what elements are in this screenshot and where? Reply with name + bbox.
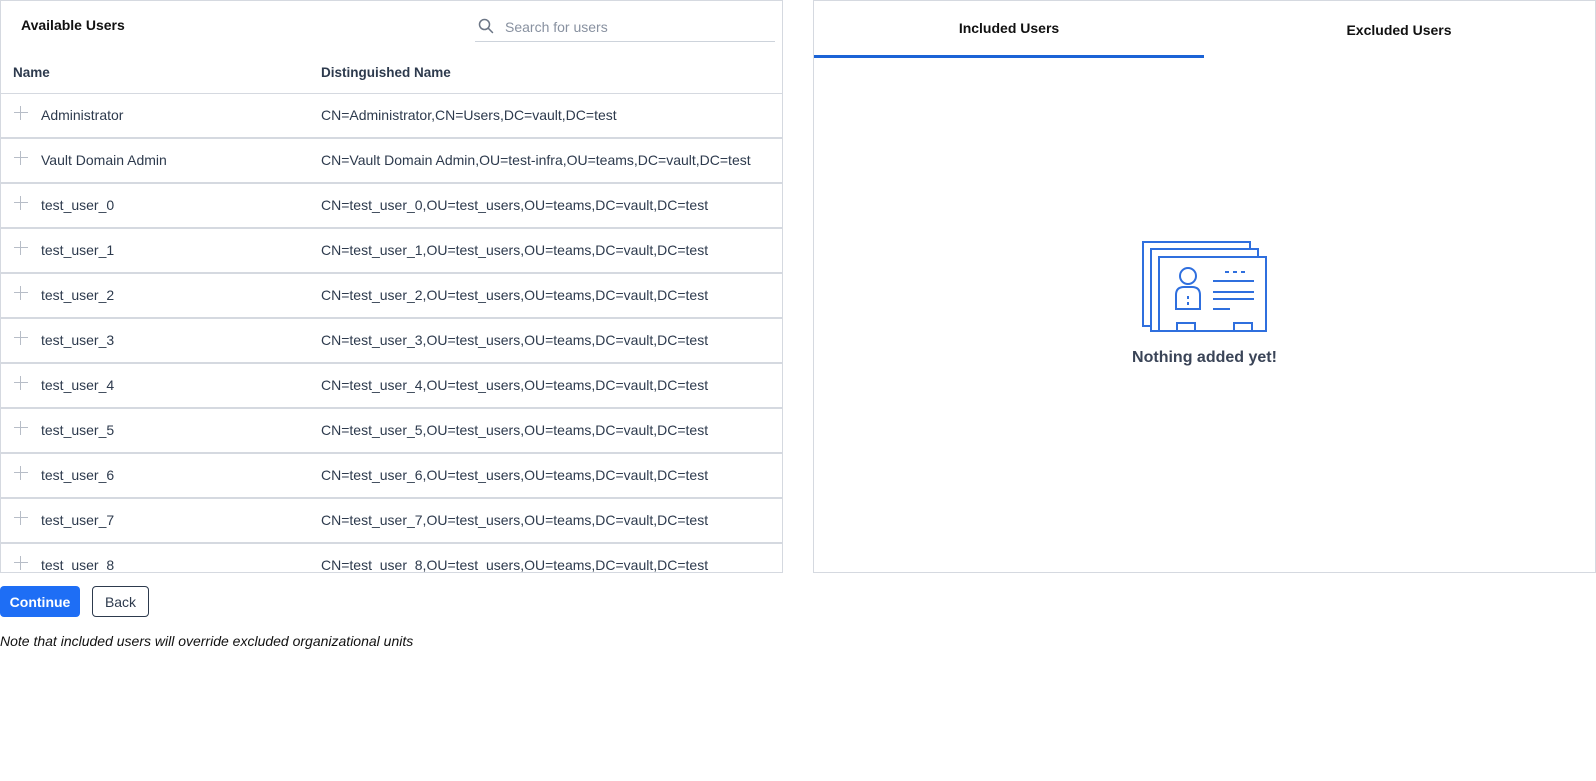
user-name: test_user_7: [41, 512, 115, 528]
table-row[interactable]: test_user_6 CN=test_user_6,OU=test_users,…: [1, 454, 782, 499]
add-icon[interactable]: [14, 286, 28, 300]
add-icon[interactable]: [14, 376, 28, 390]
table-row[interactable]: test_user_2 CN=test_user_2,OU=test_users,…: [1, 274, 782, 319]
add-icon[interactable]: [14, 196, 28, 210]
user-distinguished-name: CN=test_user_3,OU=test_users,OU=teams,DC…: [321, 332, 709, 348]
available-users-title: Available Users: [21, 17, 125, 33]
user-distinguished-name: CN=test_user_2,OU=test_users,OU=teams,DC…: [321, 287, 709, 303]
column-header-name: Name: [13, 65, 50, 80]
user-distinguished-name: CN=Administrator,CN=Users,DC=vault,DC=te…: [321, 107, 617, 123]
tab-included-users[interactable]: Included Users: [814, 1, 1204, 58]
search-icon: [478, 18, 494, 34]
user-name: test_user_2: [41, 287, 115, 303]
search-input[interactable]: [503, 15, 772, 39]
user-cards-icon: [1142, 241, 1267, 332]
available-users-list: Administrator CN=Administrator,CN=Users,D…: [1, 94, 782, 573]
user-name: test_user_1: [41, 242, 115, 258]
table-row[interactable]: test_user_4 CN=test_user_4,OU=test_users,…: [1, 364, 782, 409]
add-icon[interactable]: [14, 511, 28, 525]
table-row[interactable]: test_user_5 CN=test_user_5,OU=test_users,…: [1, 409, 782, 454]
back-button[interactable]: Back: [92, 586, 149, 617]
user-name: test_user_5: [41, 422, 115, 438]
user-distinguished-name: CN=test_user_7,OU=test_users,OU=teams,DC…: [321, 512, 709, 528]
user-distinguished-name: CN=test_user_4,OU=test_users,OU=teams,DC…: [321, 377, 709, 393]
search-box[interactable]: [475, 11, 775, 42]
add-icon[interactable]: [14, 421, 28, 435]
available-users-panel: Available Users Name Distinguished Name …: [0, 0, 783, 573]
selection-tabs: Included Users Excluded Users: [814, 1, 1595, 58]
user-name: Administrator: [41, 107, 124, 123]
tab-excluded-users[interactable]: Excluded Users: [1204, 1, 1594, 58]
table-row[interactable]: test_user_1 CN=test_user_1,OU=test_users,…: [1, 229, 782, 274]
table-row[interactable]: Administrator CN=Administrator,CN=Users,D…: [1, 94, 782, 139]
add-icon[interactable]: [14, 466, 28, 480]
user-name: test_user_3: [41, 332, 115, 348]
user-distinguished-name: CN=test_user_0,OU=test_users,OU=teams,DC…: [321, 197, 709, 213]
continue-button[interactable]: Continue: [0, 586, 80, 617]
table-header: Name Distinguished Name: [1, 51, 782, 94]
user-distinguished-name: CN=Vault Domain Admin,OU=test-infra,OU=t…: [321, 152, 751, 168]
user-distinguished-name: CN=test_user_6,OU=test_users,OU=teams,DC…: [321, 467, 709, 483]
tab-included-users-label: Included Users: [958, 20, 1060, 36]
add-icon[interactable]: [14, 106, 28, 120]
user-name: test_user_6: [41, 467, 115, 483]
user-distinguished-name: CN=test_user_1,OU=test_users,OU=teams,DC…: [321, 242, 709, 258]
user-name: test_user_4: [41, 377, 115, 393]
empty-state-message: Nothing added yet!: [1132, 349, 1277, 366]
add-icon[interactable]: [14, 241, 28, 255]
table-row[interactable]: test_user_0 CN=test_user_0,OU=test_users,…: [1, 184, 782, 229]
tab-excluded-users-label: Excluded Users: [1346, 22, 1452, 38]
selected-users-panel: Included Users Excluded Users Nothing ad…: [813, 0, 1596, 573]
available-users-header: Available Users: [1, 1, 782, 51]
add-icon[interactable]: [14, 331, 28, 345]
table-row[interactable]: test_user_8 CN=test_user_8,OU=test_users,…: [1, 544, 782, 573]
user-name: test_user_0: [41, 197, 115, 213]
override-note: Note that included users will override e…: [0, 633, 414, 649]
table-row[interactable]: test_user_7 CN=test_user_7,OU=test_users,…: [1, 499, 782, 544]
add-icon[interactable]: [14, 151, 28, 165]
user-name: Vault Domain Admin: [41, 152, 167, 168]
add-icon[interactable]: [14, 556, 28, 570]
user-distinguished-name: CN=test_user_8,OU=test_users,OU=teams,DC…: [321, 557, 709, 573]
table-row[interactable]: test_user_3 CN=test_user_3,OU=test_users,…: [1, 319, 782, 364]
table-row[interactable]: Vault Domain Admin CN=Vault Domain Admin,…: [1, 139, 782, 184]
user-distinguished-name: CN=test_user_5,OU=test_users,OU=teams,DC…: [321, 422, 709, 438]
user-name: test_user_8: [41, 557, 115, 573]
column-header-distinguished-name: Distinguished Name: [321, 65, 451, 80]
